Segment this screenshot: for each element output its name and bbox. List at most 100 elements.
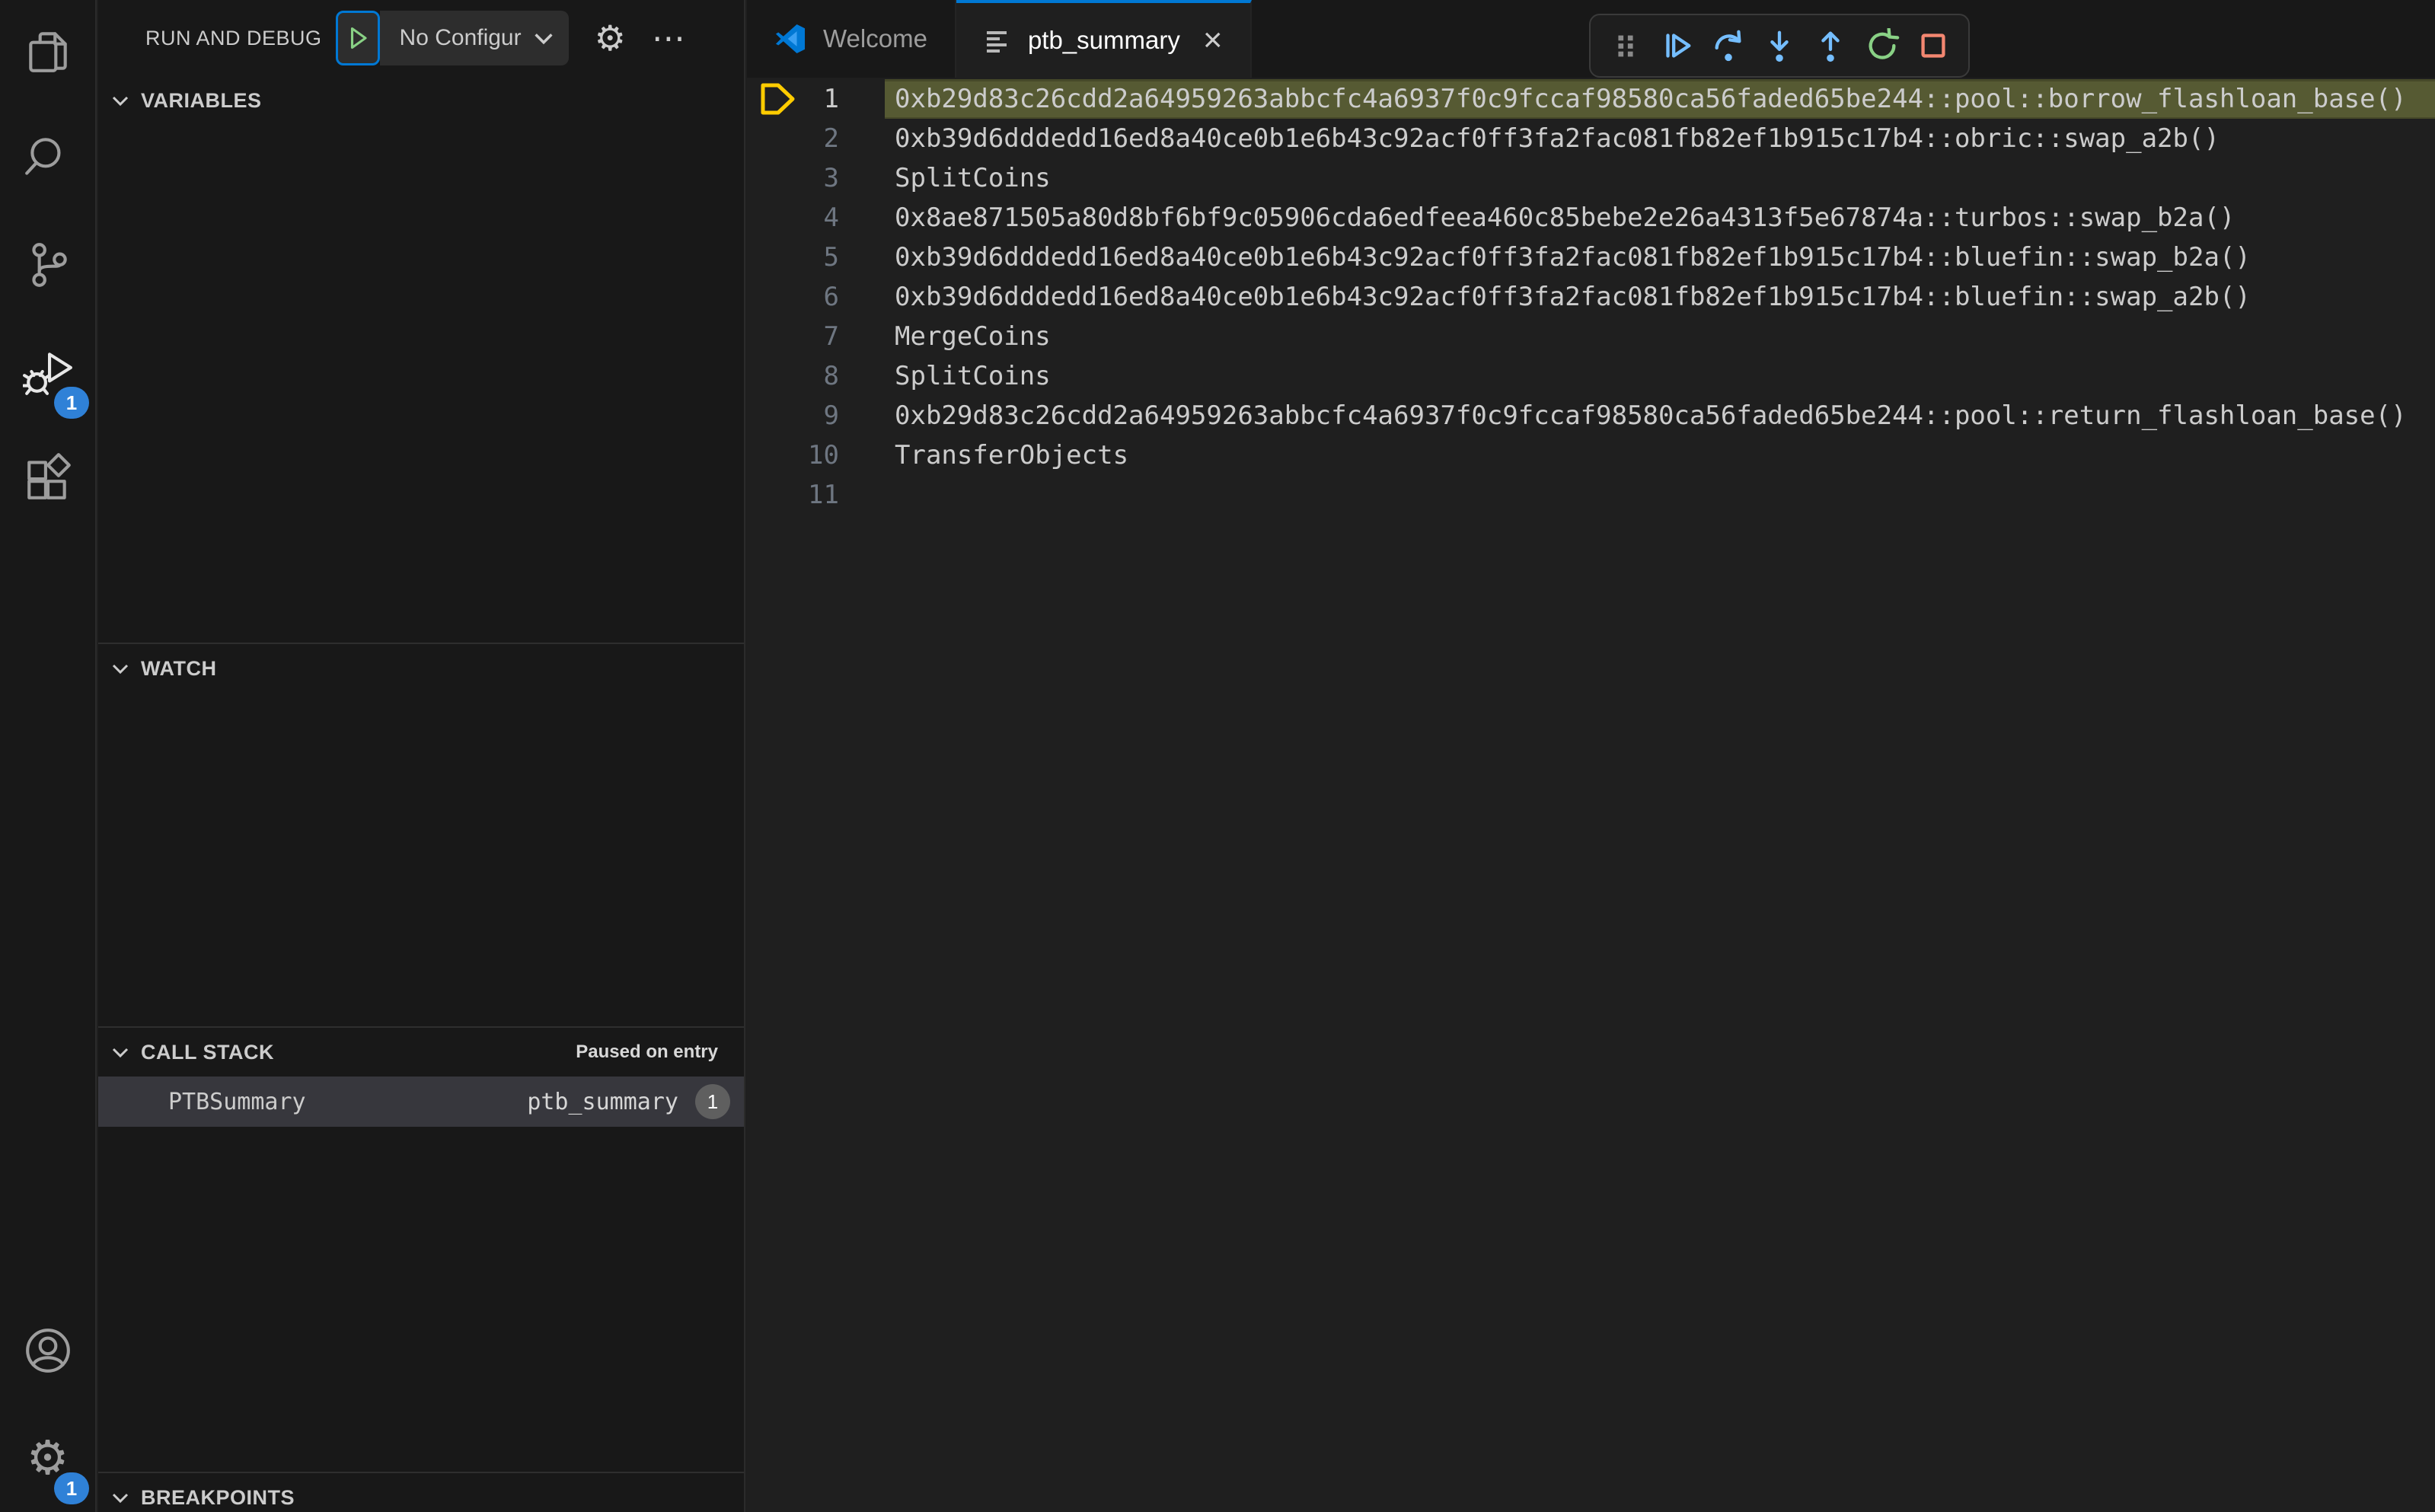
sidebar-item-run-and-debug[interactable]: 1	[0, 320, 95, 426]
call-stack-section: CALL STACK Paused on entry PTBSummary pt…	[98, 1026, 744, 1472]
breakpoints-section: BREAKPOINTS	[98, 1472, 744, 1512]
line-number: 3	[823, 163, 839, 193]
editor-gutter[interactable]: 7	[747, 317, 885, 356]
editor-line[interactable]: 3 SplitCoins	[747, 158, 2435, 198]
variables-section: VARIABLES	[98, 76, 744, 643]
editor-gutter[interactable]: 1	[747, 79, 885, 119]
activity-bar: 1 ⚙ 1	[0, 0, 97, 1512]
editor-gutter[interactable]: 6	[747, 277, 885, 317]
step-into-button[interactable]	[1761, 27, 1798, 64]
line-text: SplitCoins	[895, 361, 1051, 391]
files-icon	[23, 27, 73, 81]
step-over-icon	[1715, 30, 1741, 62]
frame-source-group: ptb_summary 1	[527, 1084, 730, 1119]
line-text: 0xb39d6dddedd16ed8a40ce0b1e6b43c92acf0ff…	[895, 282, 2251, 312]
variables-section-header[interactable]: VARIABLES	[98, 76, 744, 125]
call-stack-section-label: CALL STACK	[141, 1040, 274, 1064]
debug-badge: 1	[54, 387, 89, 419]
line-number: 6	[823, 282, 839, 312]
run-and-debug-sidebar: RUN AND DEBUG No Configur ⚙ ⋯ VARIABLES	[98, 0, 745, 1512]
editor-gutter[interactable]: 2	[747, 119, 885, 158]
more-actions-button[interactable]: ⋯	[652, 19, 687, 58]
variables-section-label: VARIABLES	[141, 88, 262, 112]
editor-line[interactable]: 7 MergeCoins	[747, 317, 2435, 356]
debug-toolbar	[1589, 14, 1970, 78]
paused-status-text: Paused on entry	[576, 1041, 718, 1062]
sidebar-title: RUN AND DEBUG	[145, 26, 322, 49]
search-icon	[23, 133, 73, 187]
tab-label: Welcome	[823, 24, 927, 53]
restart-button[interactable]	[1864, 27, 1900, 64]
editor-line[interactable]: 4 0x8ae871505a80d8bf6bf9c05906cda6edfeea…	[747, 198, 2435, 238]
line-text: 0xb29d83c26cdd2a64959263abbcfc4a6937f0c9…	[885, 79, 2435, 119]
toolbar-drag-handle[interactable]	[1607, 27, 1644, 64]
stop-button[interactable]	[1915, 27, 1952, 64]
grip-icon	[1618, 35, 1633, 57]
tab-ptb-summary[interactable]: ptb_summary ×	[956, 0, 1252, 78]
accounts-button[interactable]	[0, 1299, 95, 1405]
continue-button[interactable]	[1658, 27, 1695, 64]
breakpoints-section-label: BREAKPOINTS	[141, 1485, 295, 1509]
account-icon	[23, 1325, 73, 1380]
editor-gutter[interactable]: 11	[747, 475, 885, 515]
editor-line[interactable]: 5 0xb39d6dddedd16ed8a40ce0b1e6b43c92acf0…	[747, 238, 2435, 277]
line-text: SplitCoins	[895, 163, 1051, 193]
activity-bar-bottom: ⚙ 1	[0, 1299, 95, 1512]
source-control-icon	[23, 240, 73, 294]
editor-gutter[interactable]: 9	[747, 396, 885, 435]
line-number: 10	[808, 440, 839, 471]
editor-region: Welcome ptb_summary × 1 0xb29d83c26cdd2a…	[747, 0, 2435, 1512]
call-stack-section-header[interactable]: CALL STACK Paused on entry	[98, 1028, 744, 1077]
editor-gutter[interactable]: 8	[747, 356, 885, 396]
line-text: 0xb29d83c26cdd2a64959263abbcfc4a6937f0c9…	[895, 400, 2407, 431]
sidebar-item-explorer[interactable]	[0, 0, 95, 107]
call-stack-frame-row[interactable]: PTBSummary ptb_summary 1	[98, 1077, 744, 1127]
watch-section-header[interactable]: WATCH	[98, 644, 744, 693]
editor-line[interactable]: 2 0xb39d6dddedd16ed8a40ce0b1e6b43c92acf0…	[747, 119, 2435, 158]
line-text: TransferObjects	[895, 440, 1129, 471]
frame-source: ptb_summary	[527, 1088, 678, 1115]
line-number: 8	[823, 361, 839, 391]
line-text: 0xb39d6dddedd16ed8a40ce0b1e6b43c92acf0ff…	[895, 123, 2220, 154]
sidebar-item-extensions[interactable]	[0, 426, 95, 533]
editor-line[interactable]: 10 TransferObjects	[747, 435, 2435, 475]
editor-gutter[interactable]: 5	[747, 238, 885, 277]
watch-section-label: WATCH	[141, 656, 217, 680]
continue-icon	[1666, 33, 1691, 58]
line-text: MergeCoins	[895, 321, 1051, 352]
play-icon	[350, 27, 367, 49]
step-out-icon	[1821, 31, 1840, 62]
editor-line[interactable]: 11	[747, 475, 2435, 515]
line-number: 11	[808, 480, 839, 510]
breakpoints-section-header[interactable]: BREAKPOINTS	[98, 1473, 744, 1512]
line-text: 0xb39d6dddedd16ed8a40ce0b1e6b43c92acf0ff…	[895, 242, 2251, 273]
watch-section: WATCH	[98, 643, 744, 1026]
settings-button[interactable]: ⚙ 1	[0, 1405, 95, 1512]
frame-line-badge: 1	[695, 1084, 730, 1119]
editor-line[interactable]: 9 0xb29d83c26cdd2a64959263abbcfc4a6937f0…	[747, 396, 2435, 435]
step-out-button[interactable]	[1812, 27, 1849, 64]
editor-gutter[interactable]: 4	[747, 198, 885, 238]
run-config-control: No Configur	[335, 11, 569, 65]
restart-icon	[1869, 28, 1899, 59]
tab-label: ptb_summary	[1027, 26, 1180, 54]
editor-line[interactable]: 6 0xb39d6dddedd16ed8a40ce0b1e6b43c92acf0…	[747, 277, 2435, 317]
editor-gutter[interactable]: 10	[747, 435, 885, 475]
editor-line[interactable]: 1 0xb29d83c26cdd2a64959263abbcfc4a6937f0…	[747, 79, 2435, 119]
chevron-down-icon	[535, 33, 553, 45]
debug-settings-gear-button[interactable]: ⚙	[595, 18, 626, 59]
stop-icon	[1921, 33, 1945, 58]
step-over-button[interactable]	[1710, 27, 1747, 64]
tab-welcome[interactable]: Welcome	[747, 0, 956, 78]
editor-line[interactable]: 8 SplitCoins	[747, 356, 2435, 396]
sidebar-item-source-control[interactable]	[0, 213, 95, 320]
extensions-icon	[23, 452, 73, 507]
debug-configuration-dropdown[interactable]: No Configur	[379, 11, 569, 65]
start-debugging-button[interactable]	[335, 11, 380, 65]
sidebar-item-search[interactable]	[0, 107, 95, 213]
vscode-window: 1 ⚙ 1 RUN AND DEBUG No Configur ⚙ ⋯ VARI…	[0, 0, 2435, 1512]
settings-badge: 1	[54, 1472, 89, 1504]
close-icon[interactable]: ×	[1203, 24, 1223, 57]
debug-configuration-value: No Configur	[399, 25, 522, 50]
editor-gutter[interactable]: 3	[747, 158, 885, 198]
